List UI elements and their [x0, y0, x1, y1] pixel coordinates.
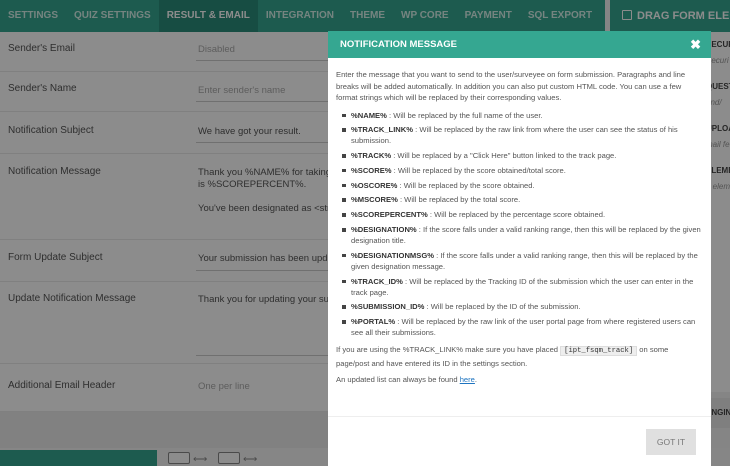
format-strings-list: %NAME% : Will be replaced by the full na… [342, 110, 703, 339]
list-item: %DESIGNATIONMSG% : If the score falls un… [342, 250, 703, 272]
list-item: %NAME% : Will be replaced by the full na… [342, 110, 703, 121]
list-item: %SCORE% : Will be replaced by the score … [342, 165, 703, 176]
dialog-divider [328, 416, 711, 417]
got-it-button[interactable]: GOT IT [646, 429, 696, 455]
shortcode: [ipt_fsqm_track] [560, 346, 638, 357]
list-item: %SUBMISSION_ID% : Will be replaced by th… [342, 301, 703, 312]
list-item: %TRACK_LINK% : Will be replaced by the r… [342, 124, 703, 146]
list-item: %OSCORE% : Will be replaced by the score… [342, 180, 703, 191]
list-item: %MSCORE% : Will be replaced by the total… [342, 194, 703, 205]
list-item: %DESIGNATION% : If the score falls under… [342, 224, 703, 246]
dialog-header: NOTIFICATION MESSAGE ✖ [328, 31, 711, 58]
notification-message-dialog: NOTIFICATION MESSAGE ✖ Enter the message… [328, 31, 711, 466]
list-item: %TRACK_ID% : Will be replaced by the Tra… [342, 276, 703, 298]
dialog-title: NOTIFICATION MESSAGE [340, 39, 457, 50]
updated-list-note: An updated list can always be found here… [336, 375, 478, 385]
dialog-body: Enter the message that you want to send … [328, 58, 711, 386]
close-icon[interactable]: ✖ [690, 31, 701, 58]
dialog-intro-text: Enter the message that you want to send … [336, 70, 686, 102]
track-link-note: If you are using the %TRACK_LINK% make s… [336, 345, 669, 368]
list-item: %PORTAL% : Will be replaced by the raw l… [342, 316, 703, 338]
list-item: %TRACK% : Will be replaced by a "Click H… [342, 150, 703, 161]
here-link[interactable]: here [460, 375, 475, 384]
list-item: %SCOREPERCENT% : Will be replaced by the… [342, 209, 703, 220]
